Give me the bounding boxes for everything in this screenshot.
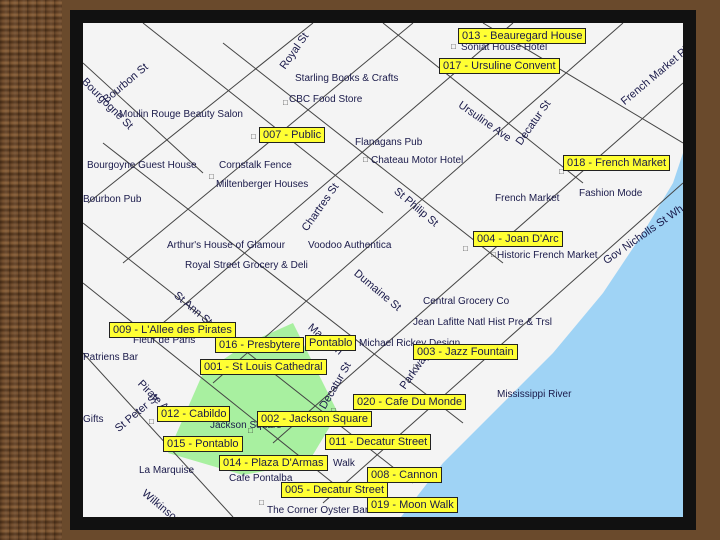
- tour-stop-tag[interactable]: 020 - Cafe Du Monde: [353, 394, 467, 411]
- place-label: CBC Food Store: [289, 94, 363, 105]
- place-label: Patriens Bar: [83, 352, 139, 363]
- poi-marker[interactable]: [259, 499, 267, 507]
- tour-stop-tag[interactable]: Pontablo: [305, 335, 357, 352]
- poi-marker[interactable]: [149, 418, 157, 426]
- tour-stop-tag[interactable]: 013 - Beauregard House: [458, 28, 587, 45]
- place-label: Bourbon Pub: [83, 194, 142, 205]
- place-label: French Market: [495, 193, 560, 204]
- place-label: Soniat House Hotel: [461, 42, 548, 53]
- tour-stop-tag[interactable]: 007 - Public: [259, 127, 326, 144]
- tour-stop-tag[interactable]: 001 - St Louis Cathedral: [200, 359, 327, 376]
- poi-marker[interactable]: [251, 133, 259, 141]
- wood-border-strip: [0, 0, 62, 540]
- poi-marker[interactable]: [283, 99, 291, 107]
- place-label: Fashion Mode: [579, 188, 643, 199]
- place-label: Jean Lafitte Natl Hist Pre & Trsl: [413, 317, 552, 328]
- tour-stop-tag[interactable]: 002 - Jackson Square: [257, 411, 373, 428]
- mississippi-river: [401, 153, 683, 517]
- place-label: Bourgoyne Guest House: [87, 160, 197, 171]
- poi-marker[interactable]: [209, 173, 217, 181]
- place-label: La Marquise: [139, 465, 195, 476]
- place-label: Arthur's House of Glamour: [167, 240, 286, 251]
- poi-marker[interactable]: [248, 427, 256, 435]
- poi-marker[interactable]: [363, 156, 371, 164]
- tour-stop-tag[interactable]: 004 - Joan D'Arc: [473, 231, 563, 248]
- poi-marker[interactable]: [463, 245, 471, 253]
- place-label: Starling Books & Crafts: [295, 73, 399, 84]
- tour-stop-tag[interactable]: 012 - Cabildo: [157, 406, 231, 423]
- place-label: Mississippi River: [497, 389, 572, 400]
- place-label: Central Grocery Co: [423, 296, 510, 307]
- poi-marker[interactable]: [491, 251, 499, 259]
- place-label: Moulin Rouge Beauty Salon: [119, 109, 243, 120]
- place-label: Royal Street Grocery & Deli: [185, 260, 308, 271]
- place-label: Flanagans Pub: [355, 137, 423, 148]
- tour-stop-tag[interactable]: 005 - Decatur Street: [281, 482, 389, 499]
- tour-stop-tag[interactable]: 015 - Pontablo: [163, 436, 243, 453]
- place-label: Walk: [333, 458, 355, 469]
- tour-stop-tag[interactable]: 011 - Decatur Street: [325, 434, 432, 451]
- tour-stop-tag[interactable]: 009 - L'Allee des Pirates: [109, 322, 236, 339]
- place-label: Chateau Motor Hotel: [371, 155, 464, 166]
- place-label: Gifts: [83, 414, 104, 425]
- tour-stop-tag[interactable]: 019 - Moon Walk: [367, 497, 458, 514]
- tour-stop-tag[interactable]: 008 - Cannon: [367, 467, 442, 484]
- place-label: Cornstalk Fence: [219, 160, 292, 171]
- place-label: Miltenberger Houses: [216, 179, 309, 190]
- place-label: The Corner Oyster Bar: [267, 505, 369, 516]
- poi-marker[interactable]: [413, 363, 421, 371]
- tour-stop-tag[interactable]: 016 - Presbytere: [215, 337, 305, 354]
- tour-stop-tag[interactable]: 017 - Ursuline Convent: [439, 58, 560, 75]
- poi-marker[interactable]: [451, 43, 459, 51]
- street-map[interactable]: Royal St Bourbon St Bourgogne St Ursulin…: [83, 23, 683, 517]
- place-label: Historic French Market: [497, 250, 598, 261]
- tour-stop-tag[interactable]: 014 - Plaza D'Armas: [219, 455, 328, 472]
- tour-stop-tag[interactable]: 018 - French Market: [563, 155, 671, 172]
- tour-stop-tag[interactable]: 003 - Jazz Fountain: [413, 344, 518, 361]
- place-label: Voodoo Authentica: [308, 240, 392, 251]
